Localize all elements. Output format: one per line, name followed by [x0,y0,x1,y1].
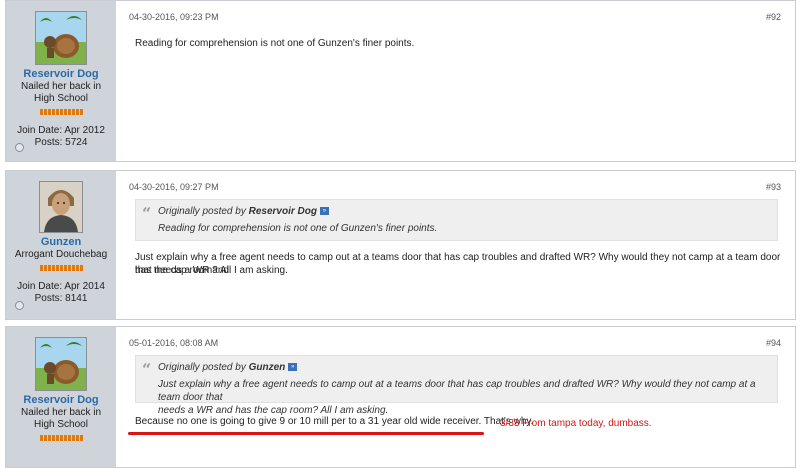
post-userinfo: Gunzen Arrogant Douchebag Join Date: Apr… [6,171,116,319]
avatar[interactable] [35,11,87,65]
quote-mark-icon: “ [142,204,152,223]
avatar-image [36,338,86,390]
post-content: 04-30-2016, 09:27 PM #93 “ Originally po… [118,171,795,319]
quote-mark-icon: “ [142,360,152,379]
quote-prefix: Originally posted by [158,206,246,217]
post-userinfo: Reservoir Dog Nailed her back in High Sc… [6,1,116,161]
user-title: High School [34,93,88,104]
post-date: 05-01-2016, 08:08 AM [129,338,219,348]
avatar[interactable] [35,337,87,391]
post-message: has the cap room? All I am asking. [135,265,288,276]
username[interactable]: Reservoir Dog [6,394,116,406]
user-title: Arrogant Douchebag [14,249,108,260]
quote-text: Just explain why a free agent needs to c… [158,378,767,417]
join-date: Join Date: Apr 2014 [17,281,105,292]
quote-header: Originally posted by Gunzen» [158,362,298,373]
online-status-icon [15,301,24,310]
avatar-image [40,182,82,232]
post-94: Reservoir Dog Nailed her back in High Sc… [5,326,796,468]
post-content: 05-01-2016, 08:08 AM #94 “ Originally po… [118,327,795,467]
view-post-arrow-icon[interactable]: » [288,363,298,372]
quote-box: “ Originally posted by Gunzen» Just expl… [135,355,778,416]
post-message: Because no one is going to give 9 or 10 … [135,416,534,427]
reputation-bar [6,109,116,115]
post-date: 04-30-2016, 09:23 PM [129,12,219,22]
post-number[interactable]: #94 [766,338,781,348]
user-title: High School [34,419,88,430]
post-content: 04-30-2016, 09:23 PM #92 Reading for com… [118,1,795,161]
quote-text-line: Just explain why a free agent needs to c… [158,379,756,403]
user-title: Nailed her back in [20,81,102,92]
reputation-bar [6,265,116,271]
quote-header: Originally posted by Reservoir Dog» [158,206,329,217]
quote-author[interactable]: Gunzen [249,362,286,373]
join-date: Join Date: Apr 2012 [17,125,105,136]
post-userinfo: Reservoir Dog Nailed her back in High Sc… [6,327,116,467]
post-93: Gunzen Arrogant Douchebag Join Date: Apr… [5,170,796,320]
avatar[interactable] [39,181,83,233]
post-92: Reservoir Dog Nailed her back in High Sc… [5,0,796,162]
post-date: 04-30-2016, 09:27 PM [129,182,219,192]
username[interactable]: Reservoir Dog [6,68,116,80]
avatar-image [36,12,86,64]
post-message: Reading for comprehension is not one of … [135,38,415,49]
red-text-annotation: 3/33 From tampa today, dumbass. [500,418,652,429]
quote-author[interactable]: Reservoir Dog [249,206,317,217]
post-number[interactable]: #92 [766,12,781,22]
quote-box: “ Originally posted by Reservoir Dog» Re… [135,199,778,241]
user-title: Nailed her back in [20,407,102,418]
red-underline-annotation [128,432,484,435]
online-status-icon [15,143,24,152]
reputation-bar [6,435,116,441]
view-post-arrow-icon[interactable]: » [319,207,329,216]
quote-text: Reading for comprehension is not one of … [158,223,438,234]
post-number[interactable]: #93 [766,182,781,192]
username[interactable]: Gunzen [6,236,116,248]
quote-prefix: Originally posted by [158,362,246,373]
